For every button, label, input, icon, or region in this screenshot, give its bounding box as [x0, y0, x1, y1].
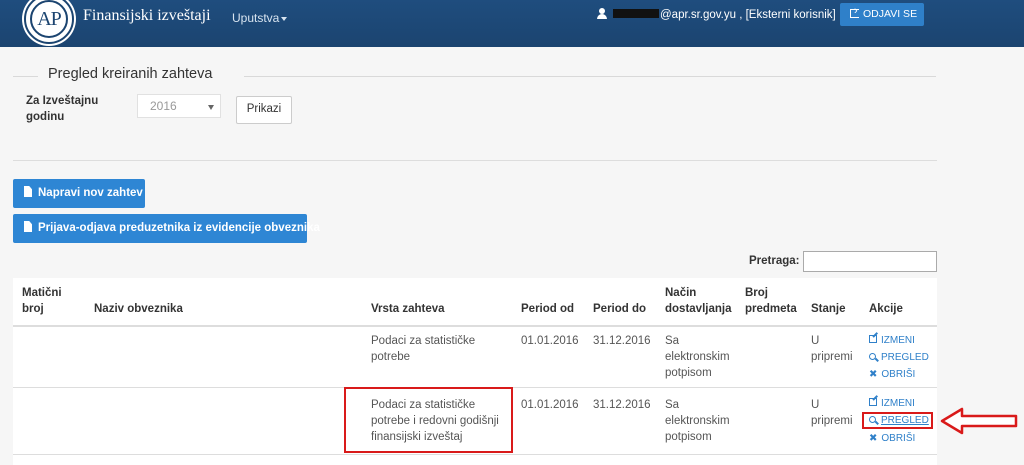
row-1-edit-label: IZMENI — [881, 335, 915, 346]
row-1-delete-link[interactable]: ✖ OBRIŠI — [869, 369, 915, 380]
top-navbar: AP Finansijski izveštaji Uputstva @apr.s… — [0, 0, 1024, 47]
section-title: Pregled kreiranih zahteva — [48, 66, 213, 82]
row-1-delete-label: OBRIŠI — [881, 369, 916, 380]
close-icon: ✖ — [869, 433, 878, 444]
column-header-maticni-broj[interactable]: Matični broj — [22, 278, 82, 325]
redacted-naziv — [93, 335, 211, 347]
year-select-value: 2016 — [150, 99, 177, 113]
edit-icon — [869, 398, 877, 406]
register-entrepreneur-label: Prijava-odjava preduzetnika iz evidencij… — [38, 222, 320, 234]
row-1-stanje: U pripremi — [811, 335, 853, 363]
column-header-akcije: Akcije — [869, 303, 903, 315]
uputstva-menu-label: Uputstva — [232, 11, 280, 25]
row-1-nacin: Sa elektronskim potpisom — [665, 335, 730, 379]
row-1-period-od: 01.01.2016 — [521, 335, 579, 347]
row-1-period-do: 31.12.2016 — [593, 335, 651, 347]
year-select[interactable]: 2016 — [137, 94, 221, 118]
redacted-maticni-broj — [20, 335, 78, 347]
column-header-broj-predmeta[interactable]: Broj predmeta — [745, 278, 805, 325]
row-1-edit-link[interactable]: IZMENI — [869, 335, 915, 346]
year-label: Za Izveštajnu godinu — [26, 95, 99, 123]
column-header-naziv[interactable]: Naziv obveznika — [94, 278, 294, 325]
register-entrepreneur-button[interactable]: Prijava-odjava preduzetnika iz evidencij… — [13, 214, 320, 243]
row-2-period-od: 01.01.2016 — [521, 399, 579, 411]
logout-button[interactable]: ODJAVI SE — [840, 3, 924, 26]
row-2-nacin: Sa elektronskim potpisom — [665, 399, 730, 443]
search-input[interactable] — [803, 251, 937, 272]
row-divider — [13, 454, 937, 455]
user-info: @apr.sr.gov.yu , [Eksterni korisnik] — [597, 8, 836, 21]
file-icon — [24, 221, 32, 232]
row-2-edit-link[interactable]: IZMENI — [869, 398, 915, 409]
column-header-nacin[interactable]: Način dostavljanja — [665, 278, 735, 325]
highlight-box-request-type — [344, 387, 513, 453]
column-header-vrsta[interactable]: Vrsta zahteva — [371, 278, 511, 325]
new-request-button[interactable]: Napravi nov zahtev — [13, 179, 145, 208]
user-text: @apr.sr.gov.yu , [Eksterni korisnik] — [660, 9, 836, 21]
search-icon — [869, 353, 876, 360]
close-icon: ✖ — [869, 369, 878, 380]
app-title[interactable]: Finansijski izveštaji — [83, 7, 211, 25]
column-header-stanje[interactable]: Stanje — [811, 278, 861, 325]
fieldset-border-left — [13, 76, 38, 77]
edit-icon — [869, 335, 877, 343]
row-2-delete-label: OBRIŠI — [881, 433, 916, 444]
new-request-label: Napravi nov zahtev — [38, 187, 143, 199]
search-label: Pretraga: — [749, 255, 800, 267]
row-2-edit-label: IZMENI — [881, 398, 915, 409]
dropdown-arrow-icon — [208, 105, 214, 110]
row-1-view-label: PREGLED — [881, 352, 929, 363]
redacted-username — [613, 9, 659, 18]
file-icon — [24, 186, 32, 197]
logout-label: ODJAVI SE — [863, 8, 918, 20]
caret-down-icon — [281, 16, 288, 21]
row-1-view-link[interactable]: PREGLED — [869, 352, 929, 363]
row-1-vrsta: Podaci za statističke potrebe — [371, 335, 476, 363]
row-2-stanje: U pripremi — [811, 399, 853, 427]
uputstva-menu[interactable]: Uputstva — [232, 11, 288, 25]
show-button[interactable]: Prikazi — [236, 96, 292, 124]
fieldset-border-right — [244, 76, 936, 77]
apr-logo[interactable]: AP — [24, 0, 74, 44]
section-divider — [13, 160, 937, 161]
row-2-period-do: 31.12.2016 — [593, 399, 651, 411]
column-header-period-do[interactable]: Period do — [593, 278, 657, 325]
table-header-divider — [13, 325, 937, 327]
red-arrow-icon — [940, 407, 1018, 435]
user-icon — [597, 8, 607, 19]
logo-text: AP — [37, 8, 62, 30]
row-2-delete-link[interactable]: ✖ OBRIŠI — [869, 433, 915, 444]
sign-out-icon — [850, 5, 859, 18]
highlight-box-pregled — [862, 412, 933, 429]
column-header-period-od[interactable]: Period od — [521, 278, 585, 325]
